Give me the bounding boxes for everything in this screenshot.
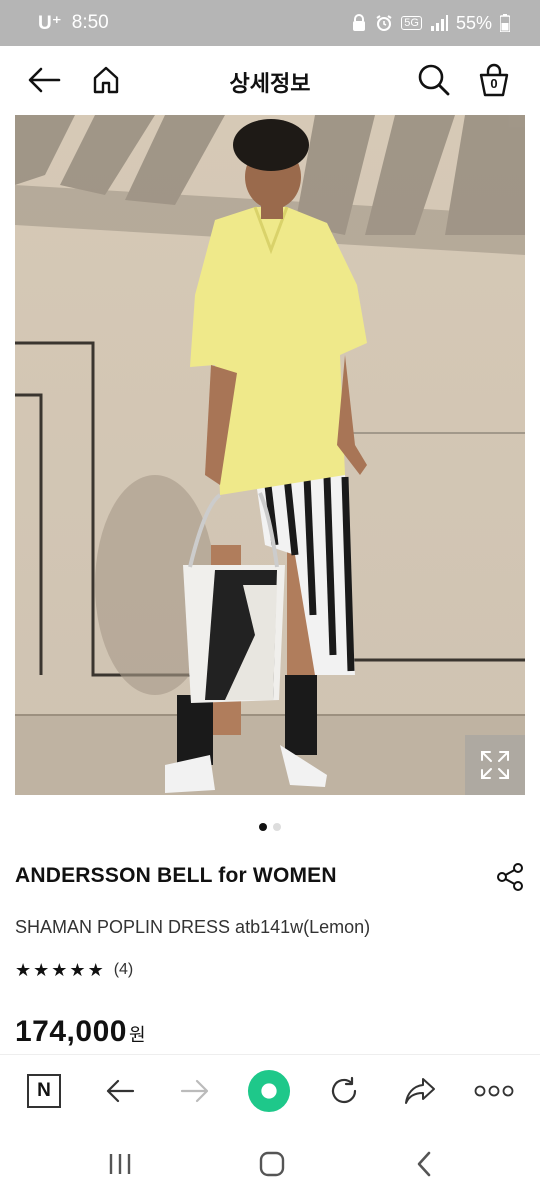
star-icon: ★ [33,960,50,980]
battery-percent: 55% [455,12,492,33]
expand-icon [481,751,509,779]
brand-name[interactable]: ANDERSSON BELL for WOMEN [15,864,337,888]
search-icon[interactable] [414,62,454,98]
browser-toolbar: N [0,1054,540,1128]
star-icon: ★ [15,960,32,980]
carousel-dot-active[interactable] [259,823,267,831]
n-logo-icon[interactable]: N [22,1069,66,1113]
battery-icon [500,14,510,32]
browser-back-icon[interactable] [98,1069,142,1113]
review-count: (4) [113,961,134,978]
price-currency: 원 [128,1025,146,1045]
product-image[interactable] [15,115,525,795]
app-header: 상세정보 0 [0,46,540,114]
page-title: 상세정보 [229,71,311,96]
home-button-icon[interactable] [252,1148,292,1180]
star-icon: ★ [51,960,68,980]
network-label: 5G [401,16,422,30]
reload-icon[interactable] [322,1069,366,1113]
share-arrow-icon[interactable] [398,1069,442,1113]
signal-icon [430,15,448,31]
lock-icon [351,14,367,32]
green-dot-icon[interactable] [247,1069,291,1113]
carousel-indicator [0,823,540,831]
status-time: 8:50 [71,12,109,33]
price: 174,000 원 [15,1015,146,1049]
carrier-label: U⁺ [38,12,62,34]
carousel-dot[interactable] [273,823,281,831]
n-button-label: N [27,1074,61,1108]
star-icon: ★ [69,960,86,980]
system-nav-bar [0,1128,540,1200]
system-back-icon[interactable] [404,1148,444,1180]
share-icon[interactable] [496,862,524,892]
recent-apps-icon[interactable] [100,1148,140,1180]
price-value: 174,000 [15,1015,127,1048]
product-name: SHAMAN POPLIN DRESS atb141w(Lemon) [15,917,371,937]
status-bar: U⁺ 8:50 5G 55% [0,0,540,46]
product-photo [15,115,525,795]
shopping-bag-icon[interactable]: 0 [474,62,514,98]
alarm-icon [375,14,393,32]
rating[interactable]: ★ ★ ★ ★ ★ (4) [15,960,133,980]
cart-count: 0 [490,76,498,91]
more-dots-icon[interactable] [472,1069,516,1113]
browser-forward-icon[interactable] [173,1069,217,1113]
expand-image-button[interactable] [465,735,525,795]
star-icon: ★ [87,960,104,980]
